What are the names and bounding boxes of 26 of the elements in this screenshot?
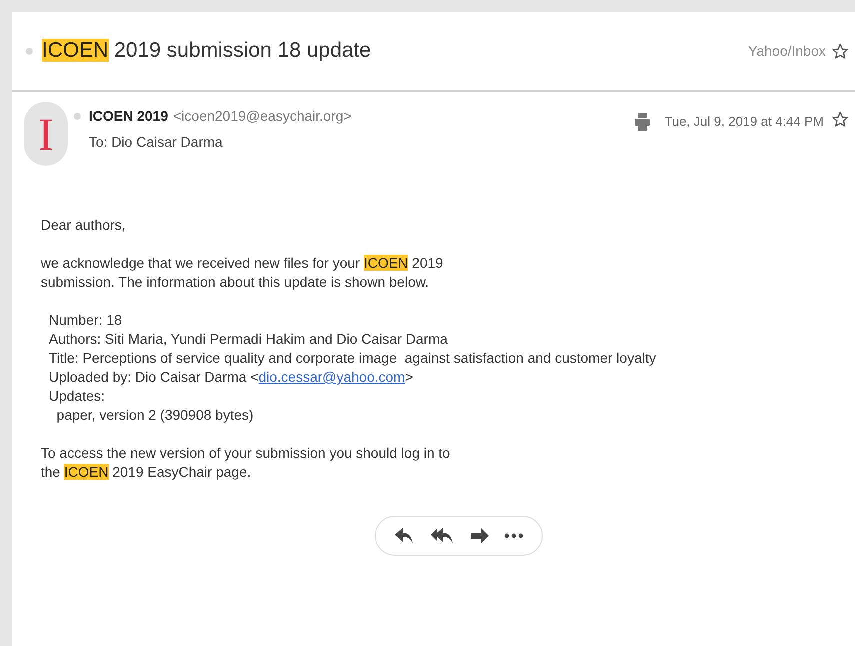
- recipient-label: To: Dio Caisar Darma: [89, 133, 224, 152]
- message-line: Uploaded by: Dio Caisar Darma <dio.cessar@yahoo.com>: [49, 368, 414, 387]
- printer-icon[interactable]: [634, 112, 651, 132]
- message-line: Title: Perceptions of service quality and corporate image against satisfaction and customer loyalty: [49, 349, 656, 368]
- message-line: paper, version 2 (390908 bytes): [56, 406, 254, 425]
- message-line: To access the new version of your submission you should log in to: [41, 444, 450, 463]
- sender-email: <icoen2019@easychair.org>: [173, 107, 352, 126]
- message-line: Dear authors,: [41, 216, 126, 235]
- message-line: submission. The information about this update is shown below.: [41, 273, 430, 292]
- sender-avatar: I: [24, 102, 68, 166]
- sender-name[interactable]: ICOEN 2019: [89, 106, 168, 127]
- more-icon[interactable]: [504, 533, 524, 539]
- message-line: Authors: Siti Maria, Yundi Permadi Hakim and Dio Caisar Darma: [49, 330, 448, 349]
- message-line: Number: 18: [49, 311, 122, 330]
- star-icon[interactable]: [832, 42, 849, 60]
- reply-icon[interactable]: [394, 526, 416, 546]
- email-link[interactable]: dio.cessar@yahoo.com: [258, 369, 406, 385]
- star-icon[interactable]: [832, 111, 849, 128]
- folder-label[interactable]: Yahoo/Inbox: [748, 40, 826, 62]
- message-line: Updates:: [49, 387, 106, 406]
- message-line: the ICOEN 2019 EasyChair page.: [41, 463, 252, 482]
- email-subject: ICOEN 2019 submission 18 update: [42, 38, 372, 64]
- message-line: we acknowledge that we received new files for your ICOEN 2019: [41, 254, 444, 273]
- email-date: Tue, Jul 9, 2019 at 4:44 PM: [664, 113, 824, 131]
- reply-all-icon[interactable]: [430, 526, 456, 546]
- forward-icon[interactable]: [470, 526, 490, 546]
